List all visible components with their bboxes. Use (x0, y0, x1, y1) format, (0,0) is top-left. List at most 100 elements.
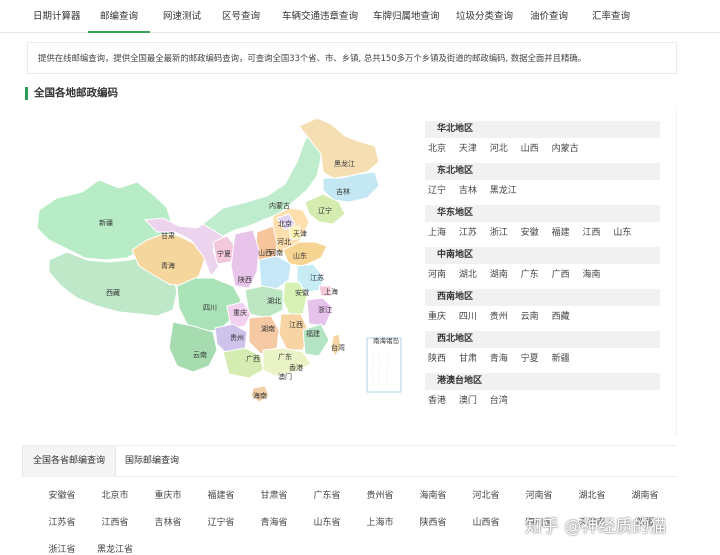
province-link[interactable]: 河北 (490, 138, 508, 160)
region-heading: 华东地区 (425, 205, 660, 222)
province-link[interactable]: 天津 (459, 138, 477, 160)
province-grid-item[interactable]: 吉林省 (142, 515, 194, 528)
tab-international-postcode[interactable]: 国际邮编查询 (115, 446, 189, 477)
map-region-guangxi[interactable] (222, 347, 264, 379)
bottom-tabs: 全国各省邮编查询 国际邮编查询 (22, 445, 677, 477)
province-link[interactable]: 陕西 (428, 348, 446, 370)
map-label-shanghai: 上海 (324, 287, 338, 296)
province-link[interactable]: 台湾 (490, 390, 508, 412)
map-label-taiwan: 台湾 (331, 343, 345, 352)
province-link[interactable]: 吉林 (459, 180, 477, 202)
map-label-heilongjiang: 黑龙江 (334, 159, 355, 168)
map-label-fujian: 福建 (306, 329, 320, 338)
province-grid-item[interactable]: 山东省 (301, 515, 353, 528)
province-link[interactable]: 黑龙江 (490, 180, 517, 202)
tab-date-calculator[interactable]: 日期计算器 (33, 0, 81, 33)
province-grid-item[interactable]: 山西省 (460, 515, 512, 528)
map-label-gansu: 甘肃 (161, 231, 175, 240)
map-label-zhejiang: 浙江 (318, 305, 332, 314)
province-grid-item[interactable]: 陕西省 (407, 515, 459, 528)
province-grid-item[interactable]: 河南省 (513, 488, 565, 501)
province-link[interactable]: 青海 (490, 348, 508, 370)
tab-oil-price[interactable]: 油价查询 (530, 0, 568, 33)
province-grid-item[interactable]: 辽宁省 (195, 515, 247, 528)
province-link[interactable]: 湖南 (490, 264, 508, 286)
map-label-hongkong: 香港 (289, 363, 303, 372)
province-link[interactable]: 上海 (428, 222, 446, 244)
province-link[interactable]: 澳门 (459, 390, 477, 412)
province-link[interactable]: 西藏 (552, 306, 570, 328)
tab-national-postcode[interactable]: 全国各省邮编查询 (22, 446, 117, 477)
province-link[interactable]: 辽宁 (428, 180, 446, 202)
province-link[interactable]: 山西 (521, 138, 539, 160)
tab-garbage-sort[interactable]: 垃圾分类查询 (456, 0, 513, 33)
tab-speed-test[interactable]: 网速测试 (163, 0, 201, 33)
region-northeast: 东北地区 辽宁 吉林 黑龙江 (425, 163, 670, 205)
map-label-jiangxi: 江西 (289, 321, 303, 329)
map-label-guangdong: 广东 (278, 352, 292, 361)
province-grid-item[interactable]: 浙江省 (36, 542, 88, 555)
south-china-sea-inset[interactable] (366, 337, 402, 393)
map-label-sichuan: 四川 (203, 304, 217, 312)
province-grid-item[interactable]: 江苏省 (36, 515, 88, 528)
region-list: 华北地区 北京 天津 河北 山西 内蒙古 东北地区 辽宁 吉林 黑龙江 华东地区… (425, 121, 670, 415)
province-link[interactable]: 海南 (582, 264, 600, 286)
province-grid-item[interactable]: 黑龙江省 (89, 542, 141, 555)
province-link[interactable]: 广东 (521, 264, 539, 286)
region-heading: 中南地区 (425, 247, 660, 264)
map-label-shaanxi: 陕西 (238, 275, 252, 284)
province-link[interactable]: 四川 (459, 306, 477, 328)
province-link[interactable]: 福建 (552, 222, 570, 244)
region-heading: 华北地区 (425, 121, 660, 138)
province-grid-item[interactable]: 湖北省 (566, 488, 618, 501)
map-label-hainan: 海南 (253, 391, 267, 400)
region-heading: 西北地区 (425, 331, 660, 348)
province-link[interactable]: 江苏 (459, 222, 477, 244)
province-link[interactable]: 安徽 (521, 222, 539, 244)
province-link[interactable]: 内蒙古 (552, 138, 579, 160)
tab-area-code[interactable]: 区号查询 (222, 0, 260, 33)
tab-postcode[interactable]: 邮编查询 (88, 0, 151, 33)
province-grid-item[interactable]: 安徽省 (36, 488, 88, 501)
province-grid-item[interactable]: 湖南省 (619, 488, 671, 501)
province-link[interactable]: 湖北 (459, 264, 477, 286)
region-central-south: 中南地区 河南 湖北 湖南 广东 广西 海南 (425, 247, 670, 289)
province-grid-item[interactable]: 广东省 (301, 488, 353, 501)
map-label-liaoning: 辽宁 (318, 206, 332, 215)
map-label-inner-mongolia: 内蒙古 (269, 201, 290, 210)
region-heading: 东北地区 (425, 163, 660, 180)
map-region-hunan[interactable] (248, 315, 280, 355)
province-link[interactable]: 宁夏 (521, 348, 539, 370)
map-label-chongqing: 重庆 (233, 308, 247, 317)
tab-traffic-violation[interactable]: 车辆交通违章查询 (282, 0, 358, 33)
province-link[interactable]: 浙江 (490, 222, 508, 244)
province-link[interactable]: 江西 (582, 222, 600, 244)
province-grid-item[interactable]: 福建省 (195, 488, 247, 501)
map-label-macau: 澳门 (278, 372, 292, 381)
province-link[interactable]: 重庆 (428, 306, 446, 328)
province-link[interactable]: 北京 (428, 138, 446, 160)
map-label-hubei: 湖北 (267, 296, 281, 305)
province-link[interactable]: 云南 (521, 306, 539, 328)
map-label-beijing: 北京 (278, 219, 292, 228)
province-link[interactable]: 甘肃 (459, 348, 477, 370)
region-heading: 港澳台地区 (425, 373, 660, 390)
province-grid-item[interactable]: 江西省 (89, 515, 141, 528)
province-link[interactable]: 河南 (428, 264, 446, 286)
province-link[interactable]: 贵州 (490, 306, 508, 328)
province-grid-item[interactable]: 贵州省 (354, 488, 406, 501)
province-link[interactable]: 香港 (428, 390, 446, 412)
province-grid-item[interactable]: 北京市 (89, 488, 141, 501)
tab-exchange-rate[interactable]: 汇率查询 (592, 0, 630, 33)
province-grid-item[interactable]: 海南省 (407, 488, 459, 501)
province-link[interactable]: 山东 (613, 222, 631, 244)
province-link[interactable]: 新疆 (552, 348, 570, 370)
province-grid-item[interactable]: 重庆市 (142, 488, 194, 501)
province-grid-item[interactable]: 甘肃省 (248, 488, 300, 501)
province-grid-item[interactable]: 青海省 (248, 515, 300, 528)
province-grid-item[interactable]: 上海市 (354, 515, 406, 528)
tab-plate-location[interactable]: 车牌归属地查询 (373, 0, 440, 33)
province-link[interactable]: 广西 (552, 264, 570, 286)
province-grid-item[interactable]: 河北省 (460, 488, 512, 501)
map-region-fujian[interactable] (302, 323, 330, 357)
